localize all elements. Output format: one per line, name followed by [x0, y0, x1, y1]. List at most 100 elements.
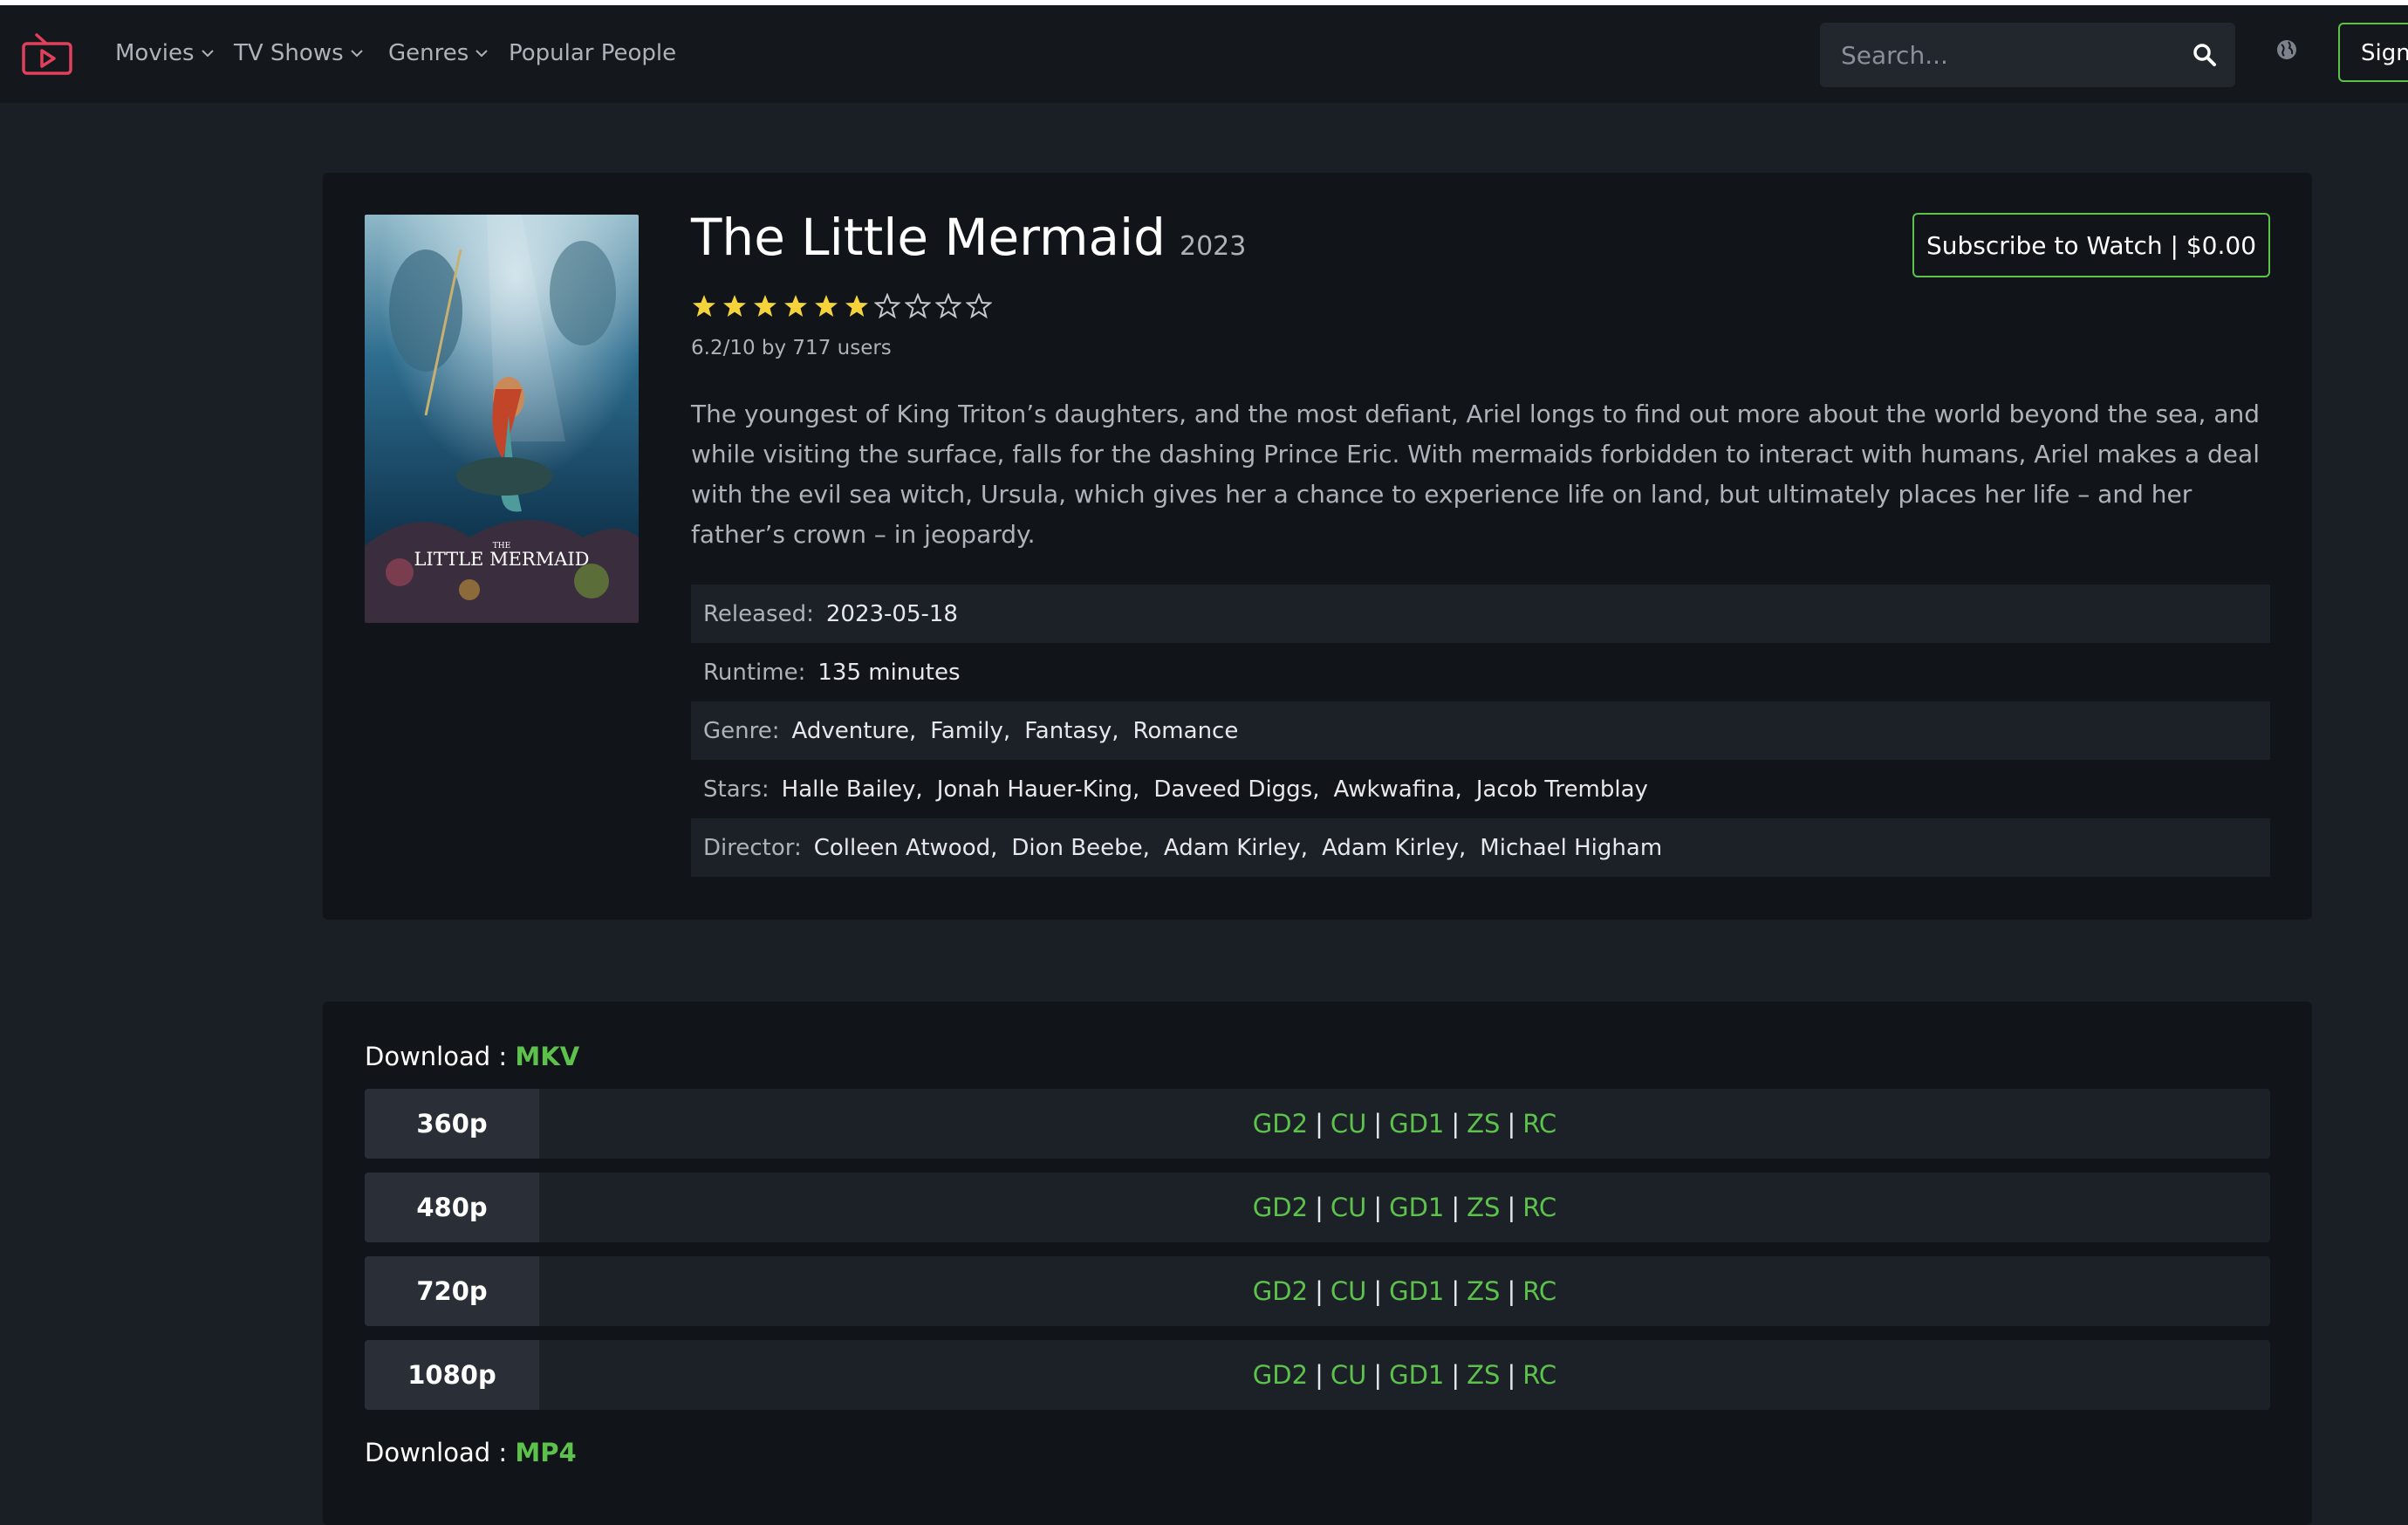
detail-label: Genre:: [703, 717, 780, 744]
download-link-rc[interactable]: RC: [1522, 1276, 1556, 1306]
star-empty-icon: [874, 293, 900, 319]
nav-genres[interactable]: Genres: [388, 40, 489, 66]
chevron-down-icon: [201, 50, 214, 58]
rating-text: 6.2/10 by 717 users: [691, 337, 892, 359]
title-row: The Little Mermaid 2023: [691, 208, 1246, 267]
download-format: MP4: [515, 1438, 577, 1467]
download-link-zs[interactable]: ZS: [1467, 1109, 1500, 1139]
poster-title-text: LITTLE MERMAID: [414, 549, 589, 570]
download-link-zs[interactable]: ZS: [1467, 1360, 1500, 1390]
download-link-cu[interactable]: CU: [1331, 1193, 1366, 1222]
detail-value[interactable]: Colleen Atwood,: [814, 835, 998, 861]
chevron-down-icon: [350, 50, 363, 58]
detail-value[interactable]: Daveed Diggs,: [1153, 776, 1319, 803]
download-links: GD2 | CU | GD1 | ZS | RC: [539, 1340, 2270, 1410]
link-separator: |: [1507, 1276, 1516, 1306]
movie-details-table: Released: 2023-05-18 Runtime: 135 minutes Ge…: [691, 585, 2270, 877]
download-link-gd1[interactable]: GD1: [1389, 1360, 1444, 1390]
detail-value[interactable]: Halle Bailey,: [782, 776, 923, 803]
download-link-gd1[interactable]: GD1: [1389, 1276, 1444, 1306]
resolution-label: 1080p: [365, 1340, 539, 1410]
detail-row: Stars: Halle Bailey, Jonah Hauer-King, Dave…: [691, 760, 2270, 818]
link-separator: |: [1507, 1193, 1516, 1222]
globe-icon[interactable]: [2274, 37, 2300, 63]
detail-value[interactable]: Awkwafina,: [1334, 776, 1462, 803]
download-link-rc[interactable]: RC: [1522, 1109, 1556, 1139]
detail-label: Stars:: [703, 776, 770, 803]
resolution-label: 480p: [365, 1173, 539, 1242]
star-empty-icon: [935, 293, 961, 319]
link-separator: |: [1315, 1276, 1324, 1306]
star-filled-icon: [815, 295, 838, 317]
link-separator: |: [1373, 1109, 1383, 1139]
detail-value[interactable]: Michael Higham: [1480, 835, 1662, 861]
link-separator: |: [1315, 1193, 1324, 1222]
nav-movies[interactable]: Movies: [115, 40, 215, 66]
nav-popular-people[interactable]: Popular People: [509, 40, 676, 66]
movie-title: The Little Mermaid: [691, 208, 1166, 267]
link-separator: |: [1507, 1109, 1516, 1139]
link-separator: |: [1315, 1109, 1324, 1139]
detail-value[interactable]: Jacob Tremblay: [1476, 776, 1648, 803]
detail-row: Genre: Adventure, Family, Fantasy, Romance: [691, 701, 2270, 760]
download-link-rc[interactable]: RC: [1522, 1193, 1556, 1222]
search-icon[interactable]: [2192, 42, 2218, 68]
movie-overview: The youngest of King Triton’s daughters,…: [691, 400, 2261, 549]
movie-poster: THE LITTLE MERMAID: [365, 215, 639, 623]
download-link-cu[interactable]: CU: [1331, 1109, 1366, 1139]
download-row: 1080p GD2 | CU | GD1 | ZS | RC: [365, 1340, 2270, 1410]
nav-genres-label: Genres: [388, 40, 469, 66]
detail-value: 2023-05-18: [825, 600, 958, 627]
nav-tv-shows[interactable]: TV Shows: [234, 40, 365, 66]
download-link-rc[interactable]: RC: [1522, 1360, 1556, 1390]
download-heading: Download : MP4: [365, 1438, 577, 1467]
detail-value[interactable]: Family,: [930, 718, 1010, 744]
download-link-gd1[interactable]: GD1: [1389, 1193, 1444, 1222]
detail-row: Runtime: 135 minutes: [691, 643, 2270, 701]
downloads-card: Download : MKV 360p GD2 | CU | GD1 | ZS | RC 480p GD…: [323, 1002, 2312, 1525]
star-empty-icon: [966, 293, 992, 319]
download-link-gd2[interactable]: GD2: [1253, 1276, 1308, 1306]
download-link-zs[interactable]: ZS: [1467, 1193, 1500, 1222]
subscribe-button[interactable]: Subscribe to Watch | $0.00: [1912, 213, 2270, 277]
download-link-cu[interactable]: CU: [1331, 1276, 1366, 1306]
detail-value[interactable]: Adam Kirley,: [1322, 835, 1466, 861]
detail-label: Released:: [703, 600, 814, 627]
download-link-cu[interactable]: CU: [1331, 1360, 1366, 1390]
detail-value[interactable]: Fantasy,: [1024, 718, 1118, 744]
star-filled-icon: [693, 295, 715, 317]
detail-value[interactable]: Dion Beebe,: [1011, 835, 1150, 861]
sign-in-label: Sign: [2361, 40, 2408, 66]
download-links: GD2 | CU | GD1 | ZS | RC: [539, 1089, 2270, 1159]
star-filled-icon: [784, 295, 807, 317]
search-input[interactable]: [1841, 23, 2172, 87]
detail-value: 135 minutes: [817, 659, 961, 686]
detail-value[interactable]: Romance: [1133, 718, 1239, 744]
download-heading-label: Download :: [365, 1438, 516, 1467]
sign-in-button[interactable]: Sign: [2338, 23, 2408, 82]
tv-play-icon[interactable]: [21, 33, 73, 77]
detail-row: Director: Colleen Atwood, Dion Beebe, Adam …: [691, 818, 2270, 877]
detail-value[interactable]: Adventure,: [792, 718, 917, 744]
link-separator: |: [1373, 1276, 1383, 1306]
link-separator: |: [1373, 1360, 1383, 1390]
download-link-gd2[interactable]: GD2: [1253, 1109, 1308, 1139]
detail-label: Director:: [703, 834, 802, 861]
download-links: GD2 | CU | GD1 | ZS | RC: [539, 1256, 2270, 1326]
top-navbar: Movies TV Shows Genres Popular People Si…: [0, 5, 2408, 103]
download-link-gd1[interactable]: GD1: [1389, 1109, 1444, 1139]
download-row: 720p GD2 | CU | GD1 | ZS | RC: [365, 1256, 2270, 1326]
download-link-zs[interactable]: ZS: [1467, 1276, 1500, 1306]
download-link-gd2[interactable]: GD2: [1253, 1360, 1308, 1390]
movie-year: 2023: [1179, 231, 1247, 262]
download-links: GD2 | CU | GD1 | ZS | RC: [539, 1173, 2270, 1242]
detail-row: Released: 2023-05-18: [691, 585, 2270, 643]
star-filled-icon: [845, 295, 868, 317]
download-link-gd2[interactable]: GD2: [1253, 1193, 1308, 1222]
detail-value[interactable]: Adam Kirley,: [1164, 835, 1308, 861]
detail-value[interactable]: Jonah Hauer-King,: [937, 776, 1140, 803]
star-empty-icon: [905, 293, 931, 319]
nav-popular-people-label: Popular People: [509, 40, 677, 66]
link-separator: |: [1507, 1360, 1516, 1390]
nav-tv-shows-label: TV Shows: [234, 40, 344, 66]
